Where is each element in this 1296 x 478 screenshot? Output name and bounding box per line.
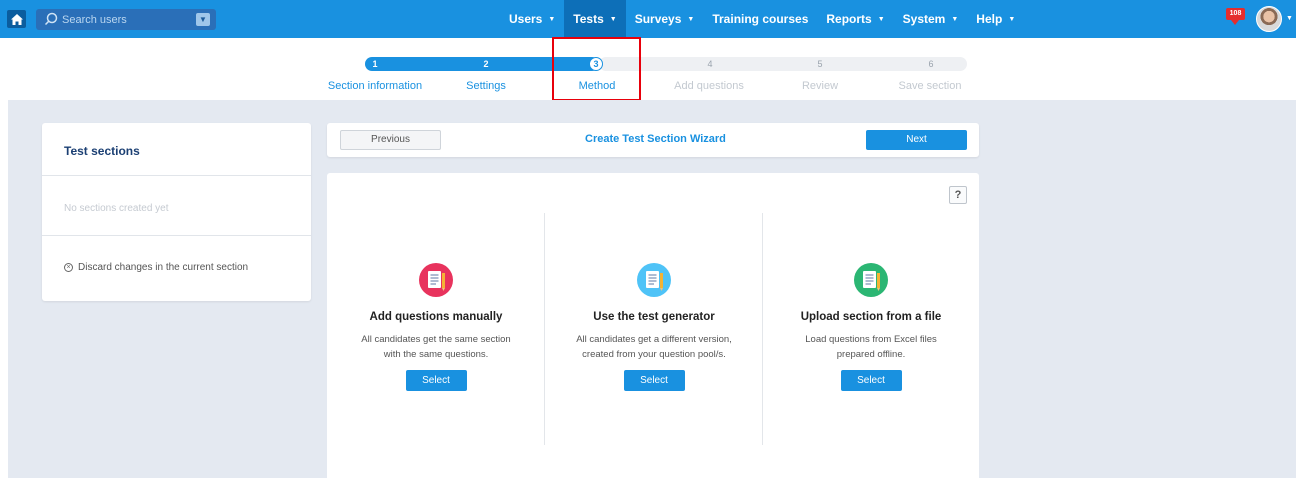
option-title: Upload section from a file (800, 311, 942, 323)
chevron-down-icon: ▼ (687, 15, 695, 23)
step-label-review: Review (801, 80, 839, 92)
notification-count-badge: 108 (1226, 8, 1245, 20)
option-description-line: All candidates get a different version, (576, 334, 732, 345)
menu-label: Training courses (712, 12, 809, 26)
step-number: 2 (483, 59, 489, 69)
menu-label: System (902, 12, 946, 26)
wizard-progress: 1 2 3 4 5 6 Section information Settings… (0, 38, 1296, 100)
progress-track-remaining (599, 57, 967, 71)
step-number: 4 (707, 59, 713, 69)
test-sections-panel: Test sections No sections created yet × … (42, 123, 311, 301)
step-label-section-information[interactable]: Section information (328, 80, 422, 92)
top-navigation-bar: ▼ Users ▼ Tests ▼ Surveys ▼ Training cou… (0, 0, 1296, 38)
option-title: Add questions manually (369, 311, 503, 323)
menu-help[interactable]: Help ▼ (967, 0, 1024, 38)
option-upload-file: Upload section from a file Load question… (762, 263, 980, 391)
chevron-down-icon: ▼ (1008, 15, 1016, 23)
search-icon (44, 12, 58, 26)
option-description-line: prepared offline. (836, 349, 906, 360)
previous-button[interactable]: Previous (340, 130, 441, 150)
step-number: 6 (928, 59, 934, 69)
next-button[interactable]: Next (866, 130, 967, 150)
select-generator-button[interactable]: Select (623, 370, 685, 391)
menu-tests[interactable]: Tests ▼ (564, 0, 626, 38)
select-manual-button[interactable]: Select (405, 370, 467, 391)
step-label-save-section: Save section (898, 80, 962, 92)
option-title: Use the test generator (593, 311, 715, 323)
step-number: 1 (372, 59, 378, 69)
option-add-manually: Add questions manually All candidates ge… (327, 263, 545, 391)
menu-training-courses[interactable]: Training courses (703, 0, 817, 38)
step-number: 5 (817, 59, 823, 69)
main-menu: Users ▼ Tests ▼ Surveys ▼ Training cours… (500, 0, 1024, 38)
menu-users[interactable]: Users ▼ (500, 0, 564, 38)
discard-changes-link[interactable]: × Discard changes in the current section (64, 262, 248, 273)
menu-label: Surveys (634, 12, 682, 26)
current-step-highlight (552, 37, 641, 101)
wizard-title: Create Test Section Wizard (585, 133, 726, 145)
menu-label: Tests (573, 12, 604, 26)
wizard-nav-bar: Previous Create Test Section Wizard Next (327, 123, 979, 157)
option-description-line: created from your question pool/s. (582, 349, 726, 360)
step-label-add-questions: Add questions (674, 80, 744, 92)
search-filter-dropdown[interactable]: ▼ (196, 13, 210, 26)
chevron-down-icon: ▼ (951, 15, 959, 23)
menu-label: Reports (826, 12, 872, 26)
close-circle-icon: × (64, 263, 73, 272)
empty-sections-note: No sections created yet (64, 203, 169, 214)
document-icon (637, 263, 671, 297)
panel-title: Test sections (64, 144, 140, 158)
chevron-down-icon: ▼ (877, 15, 885, 23)
option-test-generator: Use the test generator All candidates ge… (545, 263, 763, 391)
option-description-line: Load questions from Excel files (805, 334, 937, 345)
discard-label: Discard changes in the current section (78, 262, 249, 273)
option-description: All candidates get the same section with… (327, 332, 545, 362)
chevron-down-icon: ▼ (609, 15, 617, 23)
help-button[interactable]: ? (949, 186, 967, 204)
user-search: ▼ (36, 9, 216, 30)
menu-reports[interactable]: Reports ▼ (817, 0, 893, 38)
divider (42, 235, 311, 236)
chevron-down-icon: ▼ (548, 15, 556, 23)
home-icon (10, 13, 23, 25)
menu-label: Help (976, 12, 1003, 26)
menu-label: Users (509, 12, 543, 26)
document-icon (854, 263, 888, 297)
chevron-down-icon[interactable]: ▼ (1286, 15, 1293, 22)
menu-system[interactable]: System ▼ (894, 0, 968, 38)
search-users-input[interactable] (62, 9, 182, 30)
option-description: All candidates get a different version, … (545, 332, 763, 362)
option-description-line: All candidates get the same section (361, 334, 511, 345)
select-upload-button[interactable]: Select (840, 370, 902, 391)
step-label-settings[interactable]: Settings (466, 80, 506, 92)
notifications-button[interactable]: 108 (1226, 8, 1245, 28)
divider (42, 175, 311, 176)
option-description-line: with the same questions. (383, 349, 489, 360)
user-avatar[interactable] (1256, 6, 1282, 32)
menu-surveys[interactable]: Surveys ▼ (626, 0, 704, 38)
chevron-down-icon: ▼ (199, 15, 207, 24)
method-selection-card: ? Add questions manually All candidates … (327, 173, 979, 478)
speech-bubble-icon (1231, 20, 1239, 25)
option-description: Load questions from Excel files prepared… (762, 332, 980, 362)
document-icon (419, 263, 453, 297)
home-button[interactable] (7, 10, 26, 28)
